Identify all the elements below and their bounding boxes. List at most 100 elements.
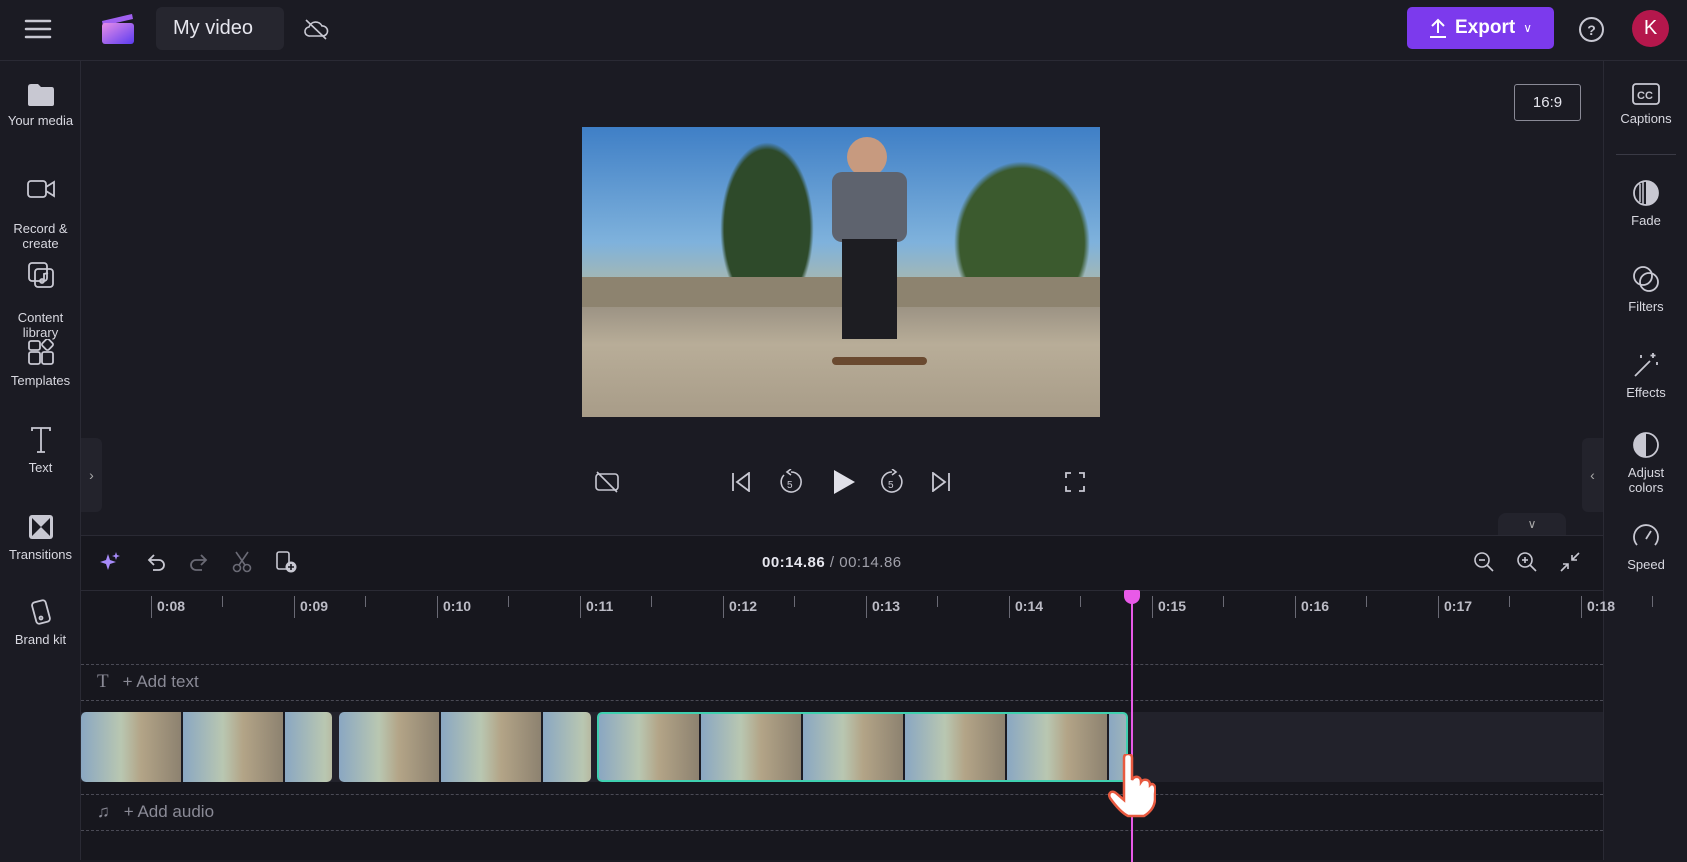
ruler-tick [1581, 596, 1582, 618]
sidebar-item-content-library[interactable]: Content library [0, 246, 81, 340]
track-divider [81, 700, 1603, 701]
sidebar-item-templates[interactable]: Templates [0, 339, 81, 388]
add-audio-track[interactable]: ♫ + Add audio [81, 794, 1603, 830]
add-text-track[interactable]: T + Add text [81, 664, 1603, 700]
sidebar-label: Templates [10, 373, 71, 388]
left-sidebar: Your media Record & create Content libra… [0, 61, 81, 860]
forward-5-icon[interactable]: 5 [878, 468, 906, 496]
ruler-tick-minor [937, 596, 938, 607]
video-clip[interactable] [81, 712, 332, 782]
ruler-tick [151, 596, 152, 618]
redo-icon[interactable] [187, 550, 211, 574]
ruler-tick [1438, 596, 1439, 618]
export-label: Export [1455, 17, 1516, 38]
sidebar-label: Brand kit [14, 632, 67, 647]
video-clip[interactable] [339, 712, 591, 782]
avatar[interactable]: K [1632, 10, 1669, 47]
sidebar-label: Text [28, 460, 53, 475]
sidebar-label: Your media [7, 113, 74, 128]
panel-item-captions[interactable]: CC Captions [1604, 83, 1687, 126]
ruler-tick-minor [651, 596, 652, 607]
expand-right-panel-button[interactable]: ‹ [1582, 438, 1603, 512]
menu-icon[interactable] [20, 16, 56, 42]
time-separator: / [829, 554, 835, 571]
ruler-tick-minor [1509, 596, 1510, 607]
add-clip-icon[interactable] [274, 550, 298, 574]
project-title[interactable]: My video [156, 7, 284, 50]
sidebar-item-brand-kit[interactable]: Brand kit [0, 598, 81, 647]
magic-wand-icon [1634, 353, 1658, 377]
templates-icon [27, 339, 54, 365]
playhead-handle[interactable] [1124, 590, 1140, 604]
total-time: 00:14.86 [839, 554, 902, 571]
zoom-in-icon[interactable] [1515, 550, 1539, 574]
ai-sparkle-icon[interactable] [98, 550, 122, 574]
panel-item-speed[interactable]: Speed [1604, 523, 1687, 572]
help-icon[interactable]: ? [1579, 17, 1604, 42]
ruler-tick [1295, 596, 1296, 618]
svg-text:5: 5 [787, 480, 793, 491]
ruler-label: 0:11 [586, 598, 614, 614]
play-button[interactable] [829, 467, 859, 497]
ruler-tick-minor [1080, 596, 1081, 607]
expand-left-panel-button[interactable]: › [81, 438, 102, 512]
content-library-icon [27, 262, 54, 288]
panel-label: Speed [1627, 557, 1665, 572]
rewind-5-icon[interactable]: 5 [777, 468, 805, 496]
divider [1616, 154, 1676, 155]
captions-off-icon[interactable] [594, 470, 620, 494]
fade-icon [1633, 180, 1659, 206]
ruler-label: 0:10 [443, 598, 472, 614]
ruler-label: 0:12 [729, 598, 758, 614]
skip-forward-icon[interactable] [929, 470, 953, 494]
panel-item-filters[interactable]: Filters [1604, 265, 1687, 314]
ruler-label: 0:17 [1444, 598, 1473, 614]
export-button[interactable]: Export ∨ [1407, 7, 1554, 49]
panel-item-adjust-colors[interactable]: Adjust colors [1604, 431, 1687, 495]
hand-cursor-icon [1106, 752, 1157, 823]
tree-shape [712, 127, 822, 297]
ruler-tick [866, 596, 867, 618]
sidebar-item-transitions[interactable]: Transitions [0, 513, 81, 562]
collapse-timeline-button[interactable]: ∨ [1498, 513, 1566, 535]
panel-item-fade[interactable]: Fade [1604, 179, 1687, 228]
ruler-label: 0:16 [1301, 598, 1330, 614]
filters-icon [1633, 266, 1659, 292]
current-time: 00:14.86 [762, 554, 826, 571]
speedometer-icon [1633, 524, 1659, 546]
video-clip-selected[interactable] [597, 712, 1128, 782]
add-audio-label: + Add audio [123, 802, 215, 821]
right-panel: CC Captions Fade Filters Effects Adjust c… [1603, 61, 1687, 860]
ruler-tick-minor [1223, 596, 1224, 607]
svg-text:5: 5 [888, 480, 894, 491]
sidebar-item-text[interactable]: Text [0, 426, 81, 475]
video-camera-icon [26, 180, 55, 198]
cloud-off-icon[interactable] [302, 15, 330, 43]
ruler-label: 0:09 [300, 598, 329, 614]
sidebar-item-record-create[interactable]: Record & create [0, 163, 81, 251]
scissors-icon[interactable] [230, 550, 254, 574]
panel-label: Filters [1628, 299, 1664, 314]
ruler-label: 0:14 [1015, 598, 1044, 614]
zoom-out-icon[interactable] [1472, 550, 1496, 574]
panel-label: Captions [1620, 111, 1672, 126]
folder-icon [27, 84, 54, 106]
ruler-label: 0:13 [872, 598, 901, 614]
aspect-ratio-button[interactable]: 16:9 [1514, 84, 1581, 121]
fullscreen-icon[interactable] [1063, 470, 1087, 494]
add-text-label: + Add text [122, 672, 199, 691]
undo-icon[interactable] [144, 550, 168, 574]
cc-icon: CC [1632, 83, 1660, 105]
top-bar: My video Export ∨ ? K [0, 0, 1687, 61]
ruler-tick-minor [508, 596, 509, 607]
upload-icon [1430, 18, 1446, 38]
ruler-tick [580, 596, 581, 618]
sidebar-item-your-media[interactable]: Your media [0, 83, 81, 128]
panel-item-effects[interactable]: Effects [1604, 351, 1687, 400]
ruler-tick [437, 596, 438, 618]
fit-timeline-icon[interactable] [1558, 550, 1582, 574]
music-note-icon: ♫ [97, 802, 110, 821]
skip-back-icon[interactable] [729, 470, 753, 494]
ruler-tick-minor [794, 596, 795, 607]
text-icon [30, 427, 51, 453]
